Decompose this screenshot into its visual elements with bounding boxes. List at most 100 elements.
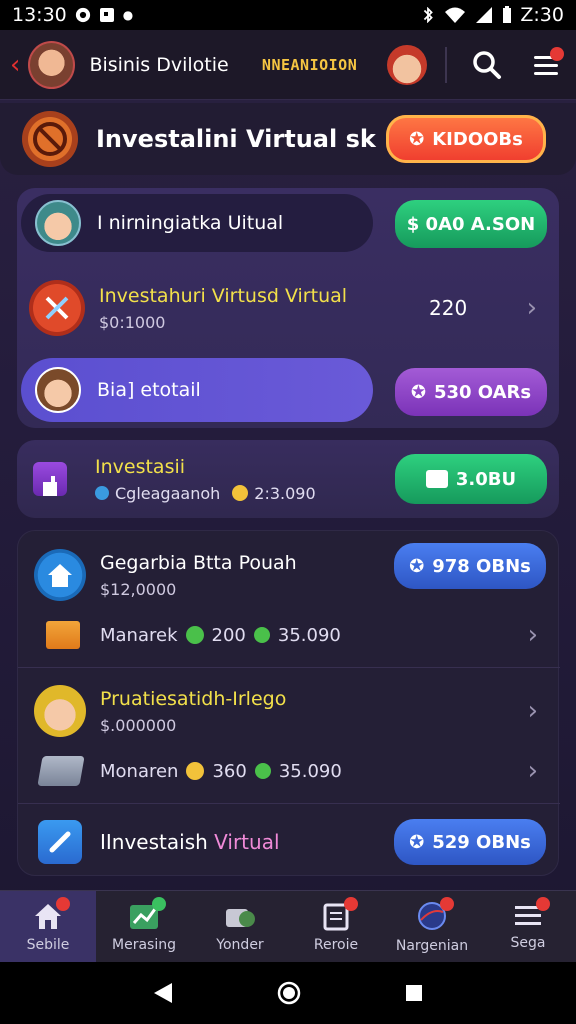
- list-item[interactable]: Investahuri Virtusd Virtual $0:1000 220 …: [17, 272, 559, 344]
- list-item[interactable]: I nirningiatka Uitual: [21, 194, 373, 252]
- row-title-highlight: Virtual: [214, 830, 280, 854]
- home-icon: [34, 549, 86, 601]
- tab-home[interactable]: Sebile: [0, 891, 96, 963]
- value-button[interactable]: ✪ 529 OBNs: [394, 819, 546, 865]
- tab-label: Sebile: [26, 937, 70, 953]
- investment-list-card: Gegarbia Btta Pouah $12,0000 ✪ 978 OBNs …: [17, 530, 560, 876]
- system-navigation-bar: [0, 962, 576, 1024]
- coin-icon: [185, 626, 204, 644]
- coin-icon: [232, 485, 249, 501]
- notification-badge: [440, 897, 454, 911]
- star-icon: ✪: [409, 555, 425, 577]
- value-button-label: 3.0BU: [455, 468, 517, 490]
- list-item[interactable]: Manarek 200 35.090 ›: [18, 615, 560, 655]
- envelope-icon: [46, 621, 80, 649]
- status-time: 13:30: [12, 4, 67, 26]
- row-title: IInvestaish: [100, 830, 208, 854]
- tab-marketing[interactable]: Merasing: [96, 891, 192, 963]
- row-amount: 35.090: [277, 624, 341, 646]
- value-button[interactable]: $ 0A0 A.SON: [395, 200, 547, 248]
- row-subtitle: $12,0000: [100, 579, 177, 599]
- status-bar: 13:30 ● Z:30: [0, 0, 576, 30]
- building-icon: [33, 462, 67, 496]
- hero-action-button[interactable]: ✪ KIDOOBs: [386, 115, 546, 163]
- value-button-label: 529 OBNs: [432, 831, 531, 853]
- tab-label: Reroie: [313, 937, 359, 953]
- row-amount: 2:3.090: [254, 483, 316, 503]
- row-title: Investasii: [95, 455, 186, 478]
- photo-icon: [99, 8, 114, 22]
- search-icon: [472, 50, 501, 79]
- brand-logo-text: NNEANIOION: [261, 55, 358, 74]
- value-button[interactable]: ✪ 530 OARs: [395, 368, 547, 416]
- divider: [444, 46, 447, 83]
- tab-label: Merasing: [112, 937, 176, 953]
- user-avatar-icon: [34, 685, 86, 737]
- hero-banner: Investalini Virtual sk ✪ KIDOOBs: [0, 103, 576, 175]
- list-item[interactable]: Bia] etotail: [21, 358, 373, 422]
- signal-icon: [476, 7, 493, 23]
- star-icon: ✪: [409, 831, 425, 853]
- no-entry-icon: [22, 111, 78, 167]
- avatar[interactable]: [27, 40, 76, 89]
- row-label: Bia] etotail: [97, 379, 201, 401]
- list-item[interactable]: Monaren 360 35.090 ›: [18, 751, 560, 791]
- value-button[interactable]: 3.0BU: [395, 454, 547, 504]
- row-amount: 35.090: [278, 760, 342, 782]
- home-circle-icon[interactable]: [277, 981, 301, 1005]
- back-icon[interactable]: [152, 981, 174, 1005]
- list-item[interactable]: Pruatiesatidh-Irlego $.000000 ›: [18, 681, 560, 741]
- user-avatar-icon: [35, 200, 81, 246]
- mascot-icon[interactable]: [387, 44, 427, 85]
- row-value: 360: [212, 760, 247, 782]
- coin-icon: [253, 627, 270, 643]
- value-button-label: 530 OARs: [433, 381, 532, 403]
- notification-badge: [56, 897, 70, 911]
- bluetooth-icon: [424, 7, 434, 23]
- tab-wonder[interactable]: Yonder: [192, 891, 288, 963]
- recents-icon[interactable]: [404, 983, 424, 1003]
- chevron-right-icon: ›: [527, 756, 538, 786]
- tab-settings[interactable]: Sega: [480, 891, 576, 963]
- row-label: Monaren: [100, 760, 179, 782]
- chevron-right-icon: ›: [527, 696, 538, 726]
- row-title: Investahuri Virtusd Virtual: [99, 284, 348, 307]
- chevron-right-icon: ›: [526, 293, 537, 323]
- investment-card-primary: I nirningiatka Uitual $ 0A0 A.SON Invest…: [17, 188, 559, 428]
- hero-button-label: KIDOOBs: [432, 128, 523, 150]
- hero-title: Investalini Virtual sk: [96, 125, 376, 153]
- row-subtitle: $0:1000: [99, 312, 166, 332]
- tab-navigation[interactable]: Nargenian: [384, 891, 480, 963]
- investment-card-secondary: Investasii Cgleagaanoh 2:3.090 3.0BU: [17, 440, 559, 518]
- coin-icon: [254, 763, 271, 779]
- value-button-label: $ 0A0 A.SON: [406, 213, 536, 235]
- status-time-right: Z:30: [520, 4, 564, 26]
- coin-icon: [186, 762, 205, 780]
- bottom-tab-bar: Sebile Merasing Yonder Reroie Nargenian …: [0, 890, 576, 963]
- notification-badge: [550, 46, 564, 61]
- app-bar: ‹ Bisinis Dvilotie NNEANIOION: [0, 30, 576, 100]
- search-button[interactable]: [467, 45, 507, 85]
- notification-badge: [536, 897, 550, 911]
- tab-label: Nargenian: [395, 938, 469, 954]
- app-title: Bisinis Dvilotie: [89, 53, 229, 76]
- chart-card-icon: [37, 756, 85, 786]
- dot-icon: ●: [122, 8, 134, 22]
- pencil-icon: [38, 820, 82, 864]
- tab-label: Sega: [510, 935, 546, 951]
- tab-review[interactable]: Reroie: [288, 891, 384, 963]
- row-title: Gegarbia Btta Pouah: [100, 551, 297, 574]
- value-button[interactable]: ✪ 978 OBNs: [394, 543, 546, 589]
- star-icon: ✪: [410, 381, 426, 403]
- row-label: Manarek: [100, 624, 178, 646]
- user-avatar-icon: [35, 367, 81, 413]
- tools-icon: [226, 909, 255, 927]
- chevron-right-icon: ›: [527, 620, 538, 650]
- notification-badge: [344, 897, 358, 911]
- info-icon: [95, 486, 109, 500]
- row-value: 220: [429, 296, 468, 320]
- back-chevron-icon[interactable]: ‹: [10, 50, 22, 80]
- menu-button[interactable]: [526, 45, 566, 85]
- notification-badge: [152, 897, 166, 911]
- battery-icon: [503, 6, 512, 23]
